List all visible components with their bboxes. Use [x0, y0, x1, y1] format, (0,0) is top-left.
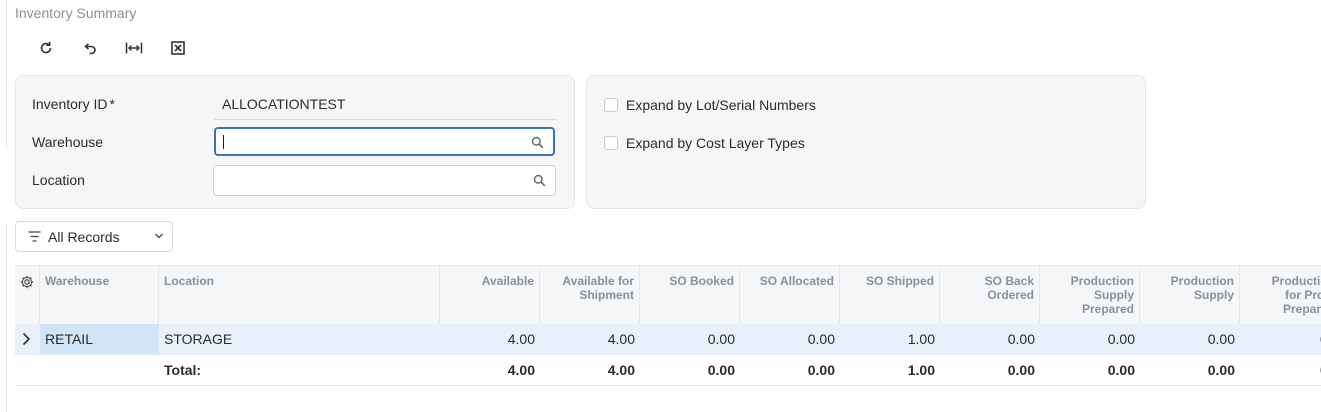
- column-settings-cell[interactable]: [15, 266, 40, 324]
- col-header-production-supply[interactable]: Production Supply: [1140, 266, 1240, 324]
- total-available: 4.00: [507, 362, 535, 378]
- cell-available[interactable]: 4.00: [440, 324, 540, 354]
- undo-icon: [84, 43, 96, 55]
- refresh-icon: [40, 41, 52, 54]
- expand-lot-serial-option[interactable]: Expand by Lot/Serial Numbers: [604, 97, 816, 113]
- chevron-down-icon: [155, 233, 163, 239]
- cell-so-booked[interactable]: 0.00: [640, 324, 740, 354]
- cell-location[interactable]: STORAGE: [159, 324, 440, 354]
- expand-lot-serial-label: Expand by Lot/Serial Numbers: [626, 97, 816, 113]
- expand-cost-layer-label: Expand by Cost Layer Types: [626, 135, 805, 151]
- export-to-excel-button[interactable]: [156, 36, 200, 60]
- location-label: Location: [32, 172, 85, 188]
- cell-so-back-ordered[interactable]: 0.00: [940, 324, 1040, 354]
- grid-header: Warehouse Location Available Available f…: [15, 265, 1321, 325]
- col-header-production-supply-prepared[interactable]: Production Supply Prepared: [1040, 266, 1140, 324]
- cell-production-supply-prepared[interactable]: 0.00: [1040, 324, 1140, 354]
- col-header-warehouse[interactable]: Warehouse: [40, 266, 159, 324]
- col-header-location[interactable]: Location: [159, 266, 440, 324]
- total-available-for-shipment: 4.00: [607, 362, 635, 378]
- total-production-supply-prepared: 0.00: [1107, 362, 1135, 378]
- col-header-so-shipped[interactable]: SO Shipped: [840, 266, 940, 324]
- table-row[interactable]: RETAIL STORAGE 4.00 4.00 0.00 0.00 1.00 …: [15, 324, 1321, 355]
- total-label: Total:: [164, 362, 202, 378]
- search-icon[interactable]: [531, 136, 544, 149]
- search-icon[interactable]: [533, 174, 546, 187]
- col-header-so-booked[interactable]: SO Booked: [640, 266, 740, 324]
- chevron-right-icon[interactable]: [21, 332, 31, 346]
- cell-warehouse[interactable]: RETAIL: [40, 324, 159, 354]
- total-row: Total: 4.00 4.00 0.00 0.00 1.00 0.00 0.0…: [15, 355, 1321, 386]
- export-excel-icon: [171, 41, 185, 55]
- cell-production-supply[interactable]: 0.00: [1140, 324, 1240, 354]
- warehouse-label: Warehouse: [32, 134, 104, 150]
- total-so-allocated: 0.00: [807, 362, 835, 378]
- total-production-supply: 0.00: [1207, 362, 1235, 378]
- fit-width-icon: [125, 42, 143, 54]
- col-header-available[interactable]: Available: [440, 266, 540, 324]
- col-header-so-allocated[interactable]: SO Allocated: [740, 266, 840, 324]
- fit-to-screen-button[interactable]: [112, 36, 156, 60]
- undo-button[interactable]: [68, 36, 112, 60]
- gear-icon[interactable]: [20, 275, 34, 289]
- total-so-booked: 0.00: [707, 362, 735, 378]
- col-header-production-for-prod-prepared[interactable]: Production for Prod. Prepared: [1240, 266, 1321, 324]
- expand-lot-serial-checkbox[interactable]: [604, 98, 618, 112]
- cell-so-shipped[interactable]: 1.00: [840, 324, 940, 354]
- required-mark: *: [109, 96, 115, 112]
- total-so-shipped: 1.00: [907, 362, 935, 378]
- total-so-back-ordered: 0.00: [1007, 362, 1035, 378]
- col-header-so-back-ordered[interactable]: SO Back Ordered: [940, 266, 1040, 324]
- toolbar: [24, 36, 200, 60]
- cell-available-for-shipment[interactable]: 4.00: [540, 324, 640, 354]
- cell-so-allocated[interactable]: 0.00: [740, 324, 840, 354]
- inventory-id-value[interactable]: ALLOCATIONTEST: [222, 96, 345, 112]
- refresh-button[interactable]: [24, 36, 68, 60]
- inventory-id-underline: [214, 119, 557, 120]
- inventory-id-label-text: Inventory ID: [32, 96, 108, 112]
- text-caret: [223, 135, 224, 149]
- left-edge-divider: [0, 0, 7, 148]
- location-input[interactable]: [213, 165, 556, 196]
- left-edge-divider: [0, 224, 7, 412]
- filter-icon: [28, 231, 41, 242]
- records-filter-label: All Records: [48, 228, 120, 245]
- expand-cost-layer-option[interactable]: Expand by Cost Layer Types: [604, 135, 805, 151]
- warehouse-input[interactable]: [214, 127, 555, 156]
- expand-cost-layer-checkbox[interactable]: [604, 136, 618, 150]
- selection-panel: Inventory ID * ALLOCATIONTEST Warehouse L…: [15, 75, 575, 209]
- records-filter-dropdown[interactable]: All Records: [15, 221, 173, 252]
- page-title: Inventory Summary: [15, 5, 137, 21]
- inventory-id-label: Inventory ID *: [32, 96, 115, 112]
- col-header-available-for-shipment[interactable]: Available for Shipment: [540, 266, 640, 324]
- total-production-for-prod-prepared: 0.00: [1240, 355, 1321, 385]
- cell-production-for-prod-prepared[interactable]: 0.00: [1240, 324, 1321, 354]
- options-panel: Expand by Lot/Serial Numbers Expand by C…: [586, 75, 1146, 209]
